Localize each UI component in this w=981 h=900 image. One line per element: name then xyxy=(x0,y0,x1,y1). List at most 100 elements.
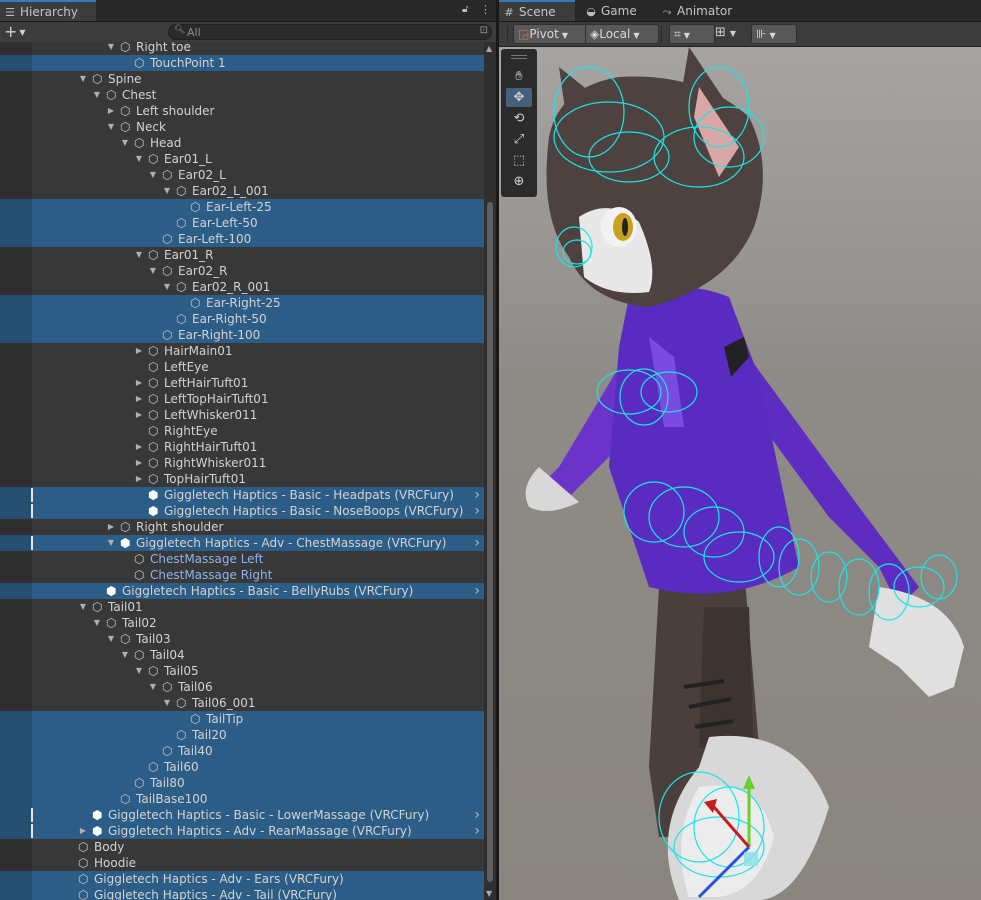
expand-down-icon[interactable]: ▼ xyxy=(120,647,130,663)
tree-row[interactable]: ▼ ⬡ Ear02_R xyxy=(0,263,484,279)
tree-row[interactable]: ⬡ ChestMassage Left xyxy=(0,551,484,567)
tree-row[interactable]: ▶ ⬡ HairMain01 xyxy=(0,343,484,359)
transform-tool-button[interactable]: ⊕ xyxy=(506,172,532,191)
tree-row[interactable]: ▶ ⬡ Left shoulder xyxy=(0,103,484,119)
tree-row[interactable]: ▶ ⬡ RightWhisker011 xyxy=(0,455,484,471)
scroll-down-icon[interactable]: ▼ xyxy=(486,889,492,898)
expand-down-icon[interactable]: ▼ xyxy=(78,71,88,87)
tree-row[interactable]: ▶ ⬢ Giggletech Haptics - Adv - RearMassage… xyxy=(0,823,484,839)
pivot-dropdown[interactable]: ◲Pivot ▼ xyxy=(513,24,587,44)
chevron-right-icon[interactable]: › xyxy=(474,535,480,551)
expand-down-icon[interactable]: ▼ xyxy=(120,135,130,151)
chevron-right-icon[interactable]: › xyxy=(474,807,480,823)
tree-row[interactable]: ⬡ Tail20 xyxy=(0,727,484,743)
tree-row[interactable]: ▶ ⬡ LeftTopHairTuft01 xyxy=(0,391,484,407)
tree-row[interactable]: ⬡ Ear-Right-25 xyxy=(0,295,484,311)
expand-down-icon[interactable]: ▼ xyxy=(134,247,144,263)
expand-down-icon[interactable]: ▼ xyxy=(148,167,158,183)
tree-row[interactable]: ▼ ⬡ Neck xyxy=(0,119,484,135)
scale-tool-button[interactable]: ⤢ xyxy=(506,130,532,149)
search-options-icon[interactable]: ⊡ xyxy=(480,25,488,36)
tree-row[interactable]: ▼ ⬡ Tail02 xyxy=(0,615,484,631)
expand-down-icon[interactable]: ▼ xyxy=(92,87,102,103)
expand-down-icon[interactable]: ▼ xyxy=(162,183,172,199)
hierarchy-scrollbar[interactable]: ▲ ▼ xyxy=(484,42,496,900)
tree-row[interactable]: ⬡ Body xyxy=(0,839,484,855)
tree-row[interactable]: ⬡ TouchPoint 1 xyxy=(0,55,484,71)
create-button[interactable]: + ▼ xyxy=(4,23,32,41)
scroll-up-icon[interactable]: ▲ xyxy=(486,44,492,53)
expand-right-icon[interactable]: ▶ xyxy=(106,519,116,535)
tree-row[interactable]: ▼ ⬡ Ear01_R xyxy=(0,247,484,263)
expand-down-icon[interactable]: ▼ xyxy=(162,279,172,295)
tree-row[interactable]: ⬡ Giggletech Haptics - Adv - Ears (VRCFur… xyxy=(0,871,484,887)
tree-row[interactable]: ▼ ⬡ Spine xyxy=(0,71,484,87)
tree-row[interactable]: ▶ ⬡ Right shoulder xyxy=(0,519,484,535)
tree-row[interactable]: ▼ ⬡ Tail06 xyxy=(0,679,484,695)
tree-row[interactable]: ▼ ⬡ Right toe xyxy=(0,42,484,55)
tree-row[interactable]: ▶ ⬡ LeftWhisker011 xyxy=(0,407,484,423)
move-tool-button[interactable]: ✥ xyxy=(506,88,532,107)
rect-tool-button[interactable]: ⬚ xyxy=(506,151,532,170)
expand-right-icon[interactable]: ▶ xyxy=(78,823,88,839)
hierarchy-search[interactable]: 🔍︎ ⊡ xyxy=(168,24,492,40)
expand-right-icon[interactable]: ▶ xyxy=(134,343,144,359)
expand-down-icon[interactable]: ▼ xyxy=(148,679,158,695)
tree-row[interactable]: ⬡ LeftEye xyxy=(0,359,484,375)
search-input[interactable] xyxy=(187,25,457,39)
tree-row[interactable]: ⬢ Giggletech Haptics - Basic - NoseBoops … xyxy=(0,503,484,519)
tab-game[interactable]: ◒ Game xyxy=(581,0,655,21)
tree-row[interactable]: ▼ ⬡ Ear02_R_001 xyxy=(0,279,484,295)
local-dropdown[interactable]: ◈Local ▼ xyxy=(585,24,659,44)
expand-down-icon[interactable]: ▼ xyxy=(78,599,88,615)
rotate-tool-button[interactable]: ⟲ xyxy=(506,109,532,128)
tree-row[interactable]: ⬡ Ear-Right-50 xyxy=(0,311,484,327)
tree-row[interactable]: ⬡ Hoodie xyxy=(0,855,484,871)
panel-menu-icon[interactable]: ⋮ xyxy=(480,3,491,16)
tree-row[interactable]: ▼ ⬡ Tail04 xyxy=(0,647,484,663)
tree-row[interactable]: ▼ ⬡ Ear01_L xyxy=(0,151,484,167)
tree-row[interactable]: ⬡ RightEye xyxy=(0,423,484,439)
tree-row[interactable]: ⬡ Tail40 xyxy=(0,743,484,759)
tab-animator[interactable]: ⤳ Animator xyxy=(657,0,751,21)
chevron-right-icon[interactable]: › xyxy=(474,823,480,839)
grid-snap-button[interactable]: ⌗ ▼ xyxy=(669,24,715,44)
tree-row[interactable]: ⬢ Giggletech Haptics - Basic - BellyRubs … xyxy=(0,583,484,599)
chevron-right-icon[interactable]: › xyxy=(474,583,480,599)
tree-row[interactable]: ▼ ⬡ Ear02_L_001 xyxy=(0,183,484,199)
chevron-right-icon[interactable]: › xyxy=(474,503,480,519)
tree-row[interactable]: ⬡ Ear-Left-25 xyxy=(0,199,484,215)
tree-row[interactable]: ⬡ TailBase100 xyxy=(0,791,484,807)
expand-down-icon[interactable]: ▼ xyxy=(134,663,144,679)
chevron-right-icon[interactable]: › xyxy=(474,487,480,503)
tab-hierarchy[interactable]: ☰ Hierarchy xyxy=(0,0,96,21)
tree-row[interactable]: ▼ ⬡ Ear02_L xyxy=(0,167,484,183)
expand-down-icon[interactable]: ▼ xyxy=(92,615,102,631)
expand-right-icon[interactable]: ▶ xyxy=(106,103,116,119)
tree-row[interactable]: ▶ ⬡ RightHairTuft01 xyxy=(0,439,484,455)
scene-viewport[interactable]: ✋︎ ✥ ⟲ ⤢ ⬚ ⊕ xyxy=(499,47,981,900)
tab-scene[interactable]: # Scene xyxy=(499,0,575,21)
tree-row[interactable]: ⬡ Ear-Left-100 xyxy=(0,231,484,247)
ruler-snap-button[interactable]: ⊪ ▼ xyxy=(751,24,797,44)
tree-row[interactable]: ⬡ Giggletech Haptics - Adv - Tail (VRCFur… xyxy=(0,887,484,900)
tree-row[interactable]: ▼ ⬡ Head xyxy=(0,135,484,151)
tree-row[interactable]: ⬢ Giggletech Haptics - Basic - Headpats (… xyxy=(0,487,484,503)
tree-row[interactable]: ⬡ Ear-Right-100 xyxy=(0,327,484,343)
expand-down-icon[interactable]: ▼ xyxy=(106,42,116,55)
tree-row[interactable]: ⬡ ChestMassage Right xyxy=(0,567,484,583)
expand-down-icon[interactable]: ▼ xyxy=(106,535,116,551)
expand-right-icon[interactable]: ▶ xyxy=(134,455,144,471)
tree-row[interactable]: ▼ ⬢ Giggletech Haptics - Adv - ChestMassag… xyxy=(0,535,484,551)
tree-row[interactable]: ⬡ Tail80 xyxy=(0,775,484,791)
tree-row[interactable]: ▼ ⬡ Tail06_001 xyxy=(0,695,484,711)
tree-row[interactable]: ⬢ Giggletech Haptics - Basic - LowerMassa… xyxy=(0,807,484,823)
hand-tool-button[interactable]: ✋︎ xyxy=(506,67,532,86)
increment-snap-button[interactable]: ⊞ ▼ xyxy=(715,24,736,42)
expand-down-icon[interactable]: ▼ xyxy=(162,695,172,711)
tree-row[interactable]: ⬡ TailTip xyxy=(0,711,484,727)
expand-right-icon[interactable]: ▶ xyxy=(134,439,144,455)
tree-row[interactable]: ▼ ⬡ Chest xyxy=(0,87,484,103)
lock-icon[interactable]: 🔓︎ xyxy=(462,4,468,15)
tree-row[interactable]: ▼ ⬡ Tail01 xyxy=(0,599,484,615)
